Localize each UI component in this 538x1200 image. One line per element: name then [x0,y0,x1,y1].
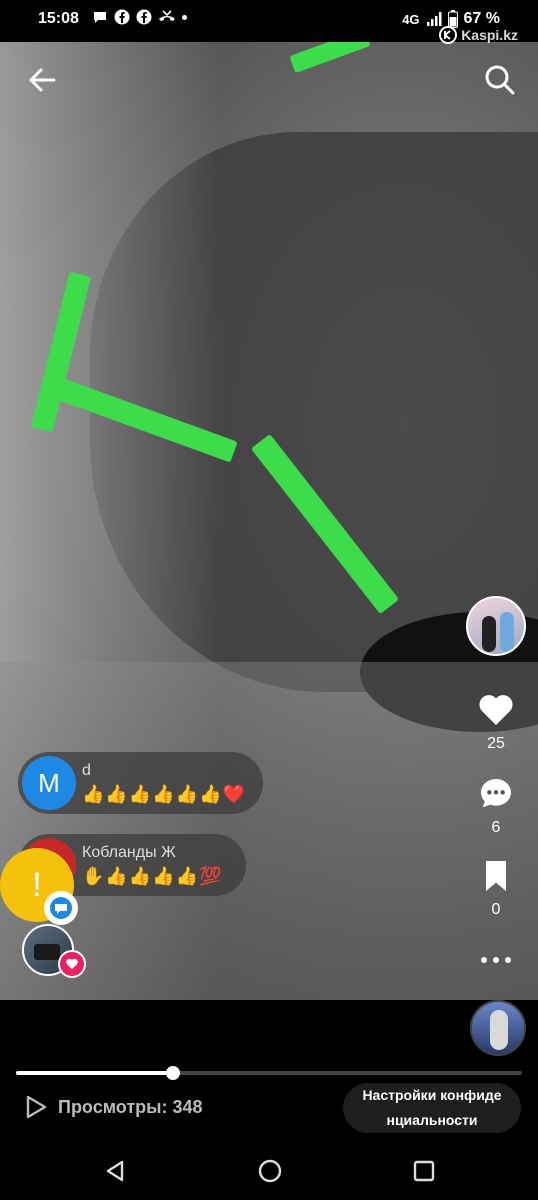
facebook-icon [136,9,152,25]
nav-recents-icon[interactable] [411,1158,437,1184]
bookmark-icon[interactable] [476,856,516,896]
comment-count: 6 [491,819,501,836]
comment-text: ✋👍👍👍👍💯 [82,866,223,886]
signal-icon [426,12,442,26]
video-green-tape [289,42,371,74]
privacy-settings-button[interactable]: Настройки конфиде нциальности [343,1083,521,1133]
missed-call-icon [159,10,175,21]
views-counter: Просмотры: 348 [24,1094,203,1120]
comment-icon[interactable] [476,774,516,814]
like-action[interactable]: 25 [476,690,516,753]
notification-icons [92,9,187,25]
play-icon [26,1095,47,1119]
comment-action[interactable]: 6 [476,774,516,837]
save-count: 0 [491,901,501,918]
more-horizontal-icon[interactable] [478,950,514,970]
kaspi-logo-icon [439,26,458,44]
alert-symbol: ! [32,865,42,904]
network-type: 4G [402,11,420,27]
comment-text: 👍👍👍👍👍👍❤️ [82,784,246,804]
chat-bubble-icon [50,897,72,919]
chat-bubble-icon [94,12,106,23]
tractor-image [34,944,60,960]
live-comment: M d 👍👍👍👍👍👍❤️ [18,752,263,814]
like-count: 25 [487,735,505,752]
facebook-icon [114,9,130,25]
avatar-person [490,1010,508,1050]
avatar: M [22,756,76,810]
message-badge[interactable] [44,891,78,925]
progress-fill [16,1071,173,1075]
nav-home-icon[interactable] [257,1158,283,1184]
avatar-letter: M [38,767,60,798]
music-avatar[interactable] [470,1000,526,1056]
watermark: Kaspi.kz [439,26,518,44]
video-plastic-film [0,662,538,1000]
heart-icon [66,958,78,970]
watermark-text: Kaspi.kz [461,27,518,43]
nav-back-icon[interactable] [102,1158,128,1184]
dot-icon [182,14,187,20]
status-time: 15:08 [38,10,79,27]
comment-author: Кобланды Ж [82,844,176,861]
privacy-line-1: Настройки конфиде [362,1087,502,1103]
arrow-left-icon[interactable] [24,62,60,98]
author-avatar[interactable] [466,596,526,656]
avatar-person [482,616,496,652]
privacy-line-2: нциальности [386,1112,478,1128]
avatar-person [500,612,514,652]
comment-author: d [82,762,91,779]
progress-thumb[interactable] [165,1066,180,1080]
views-label: Просмотры: 348 [58,1096,203,1117]
video-progress-bar[interactable] [16,1066,522,1080]
search-icon[interactable] [482,62,518,98]
more-button[interactable] [478,950,514,970]
save-action[interactable]: 0 [476,856,516,919]
heart-badge [58,950,86,978]
heart-icon[interactable] [476,690,516,730]
